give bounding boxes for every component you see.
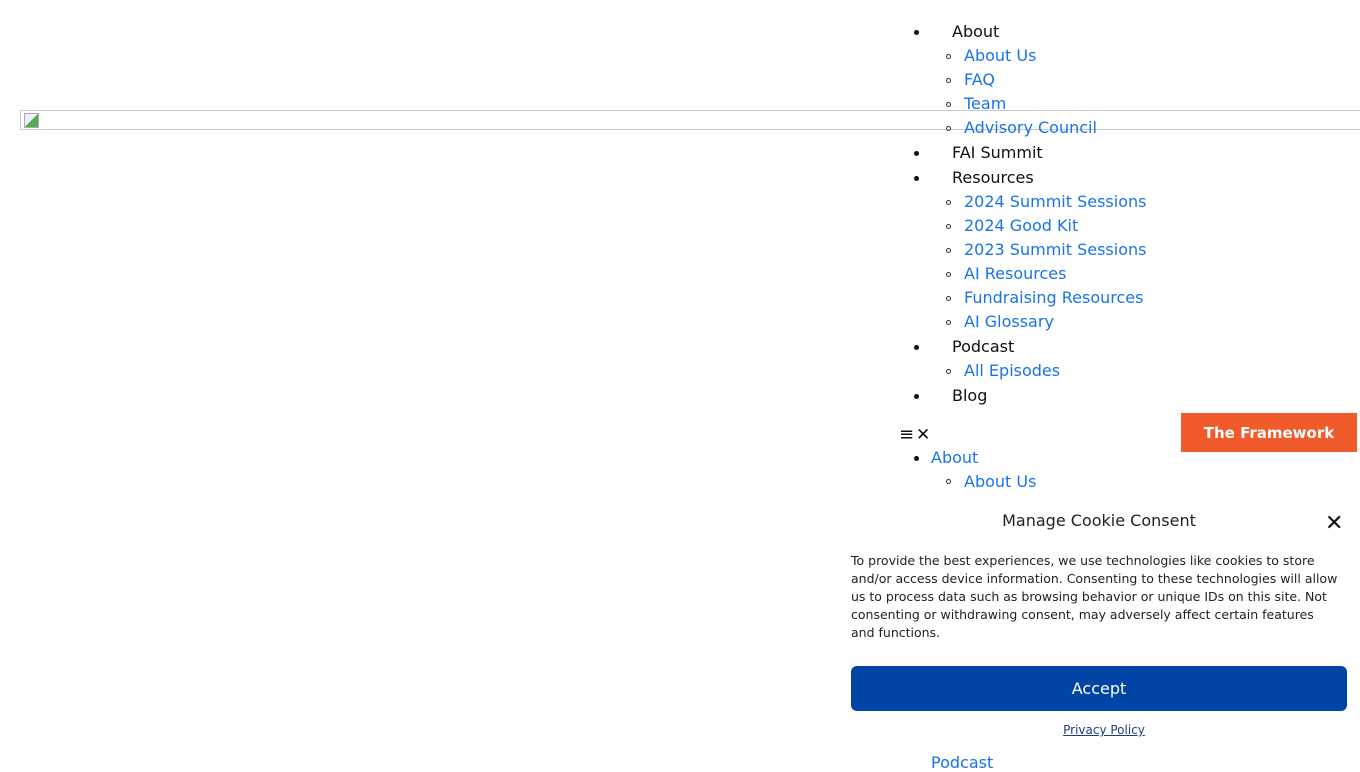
menu-icon[interactable]: ≡ (899, 424, 914, 445)
cookie-text: To provide the best experiences, we use … (851, 553, 1338, 640)
submenu-item[interactable]: Team (964, 94, 1006, 113)
sub-bullet (946, 224, 951, 229)
bullet (914, 30, 919, 35)
close-icon[interactable]: ✕ (1325, 511, 1343, 536)
the-framework-button[interactable]: The Framework (1181, 413, 1357, 452)
menu-item-fai-summit[interactable]: FAI Summit (952, 143, 1043, 162)
submenu-item[interactable]: Advisory Council (964, 118, 1097, 137)
submenu-item[interactable]: 2024 Good Kit (964, 216, 1078, 235)
sub-bullet (946, 272, 951, 277)
bullet (914, 176, 919, 181)
bullet (914, 151, 919, 156)
mobile-menu-podcast[interactable]: Podcast (931, 753, 993, 772)
sub-bullet (946, 200, 951, 205)
sub-bullet (946, 248, 951, 253)
sub-bullet (946, 78, 951, 83)
mobile-menu-about-us[interactable]: About Us (964, 472, 1036, 491)
submenu-item[interactable]: All Episodes (964, 361, 1060, 380)
submenu-item[interactable]: FAQ (964, 70, 995, 89)
mobile-menu-about[interactable]: About (931, 448, 978, 467)
privacy-policy-link[interactable]: Privacy Policy (835, 723, 1360, 737)
sub-bullet (946, 126, 951, 131)
bullet (914, 345, 919, 350)
sub-bullet (946, 54, 951, 59)
sub-bullet (946, 296, 951, 301)
sub-bullet (946, 102, 951, 107)
cookie-consent-banner: Manage Cookie Consent ✕ To provide the b… (835, 497, 1360, 751)
menu-item-about[interactable]: About (952, 22, 999, 41)
submenu-item[interactable]: AI Glossary (964, 312, 1054, 331)
bullet (914, 394, 919, 399)
close-icon[interactable]: ✕ (916, 425, 930, 445)
broken-logo-image (20, 110, 1360, 130)
cookie-title: Manage Cookie Consent (1002, 511, 1196, 530)
menu-item-resources[interactable]: Resources (952, 168, 1034, 187)
submenu-item[interactable]: 2024 Summit Sessions (964, 192, 1146, 211)
menu-item-blog[interactable]: Blog (952, 386, 987, 405)
submenu-item[interactable]: Fundraising Resources (964, 288, 1143, 307)
submenu-item[interactable]: 2023 Summit Sessions (964, 240, 1146, 259)
submenu-item[interactable]: AI Resources (964, 264, 1066, 283)
menu-item-podcast[interactable]: Podcast (952, 337, 1014, 356)
accept-button[interactable]: Accept (851, 666, 1347, 711)
sub-bullet (946, 320, 951, 325)
sub-bullet (946, 369, 951, 374)
broken-image-icon (24, 113, 39, 128)
submenu-item[interactable]: About Us (964, 46, 1036, 65)
